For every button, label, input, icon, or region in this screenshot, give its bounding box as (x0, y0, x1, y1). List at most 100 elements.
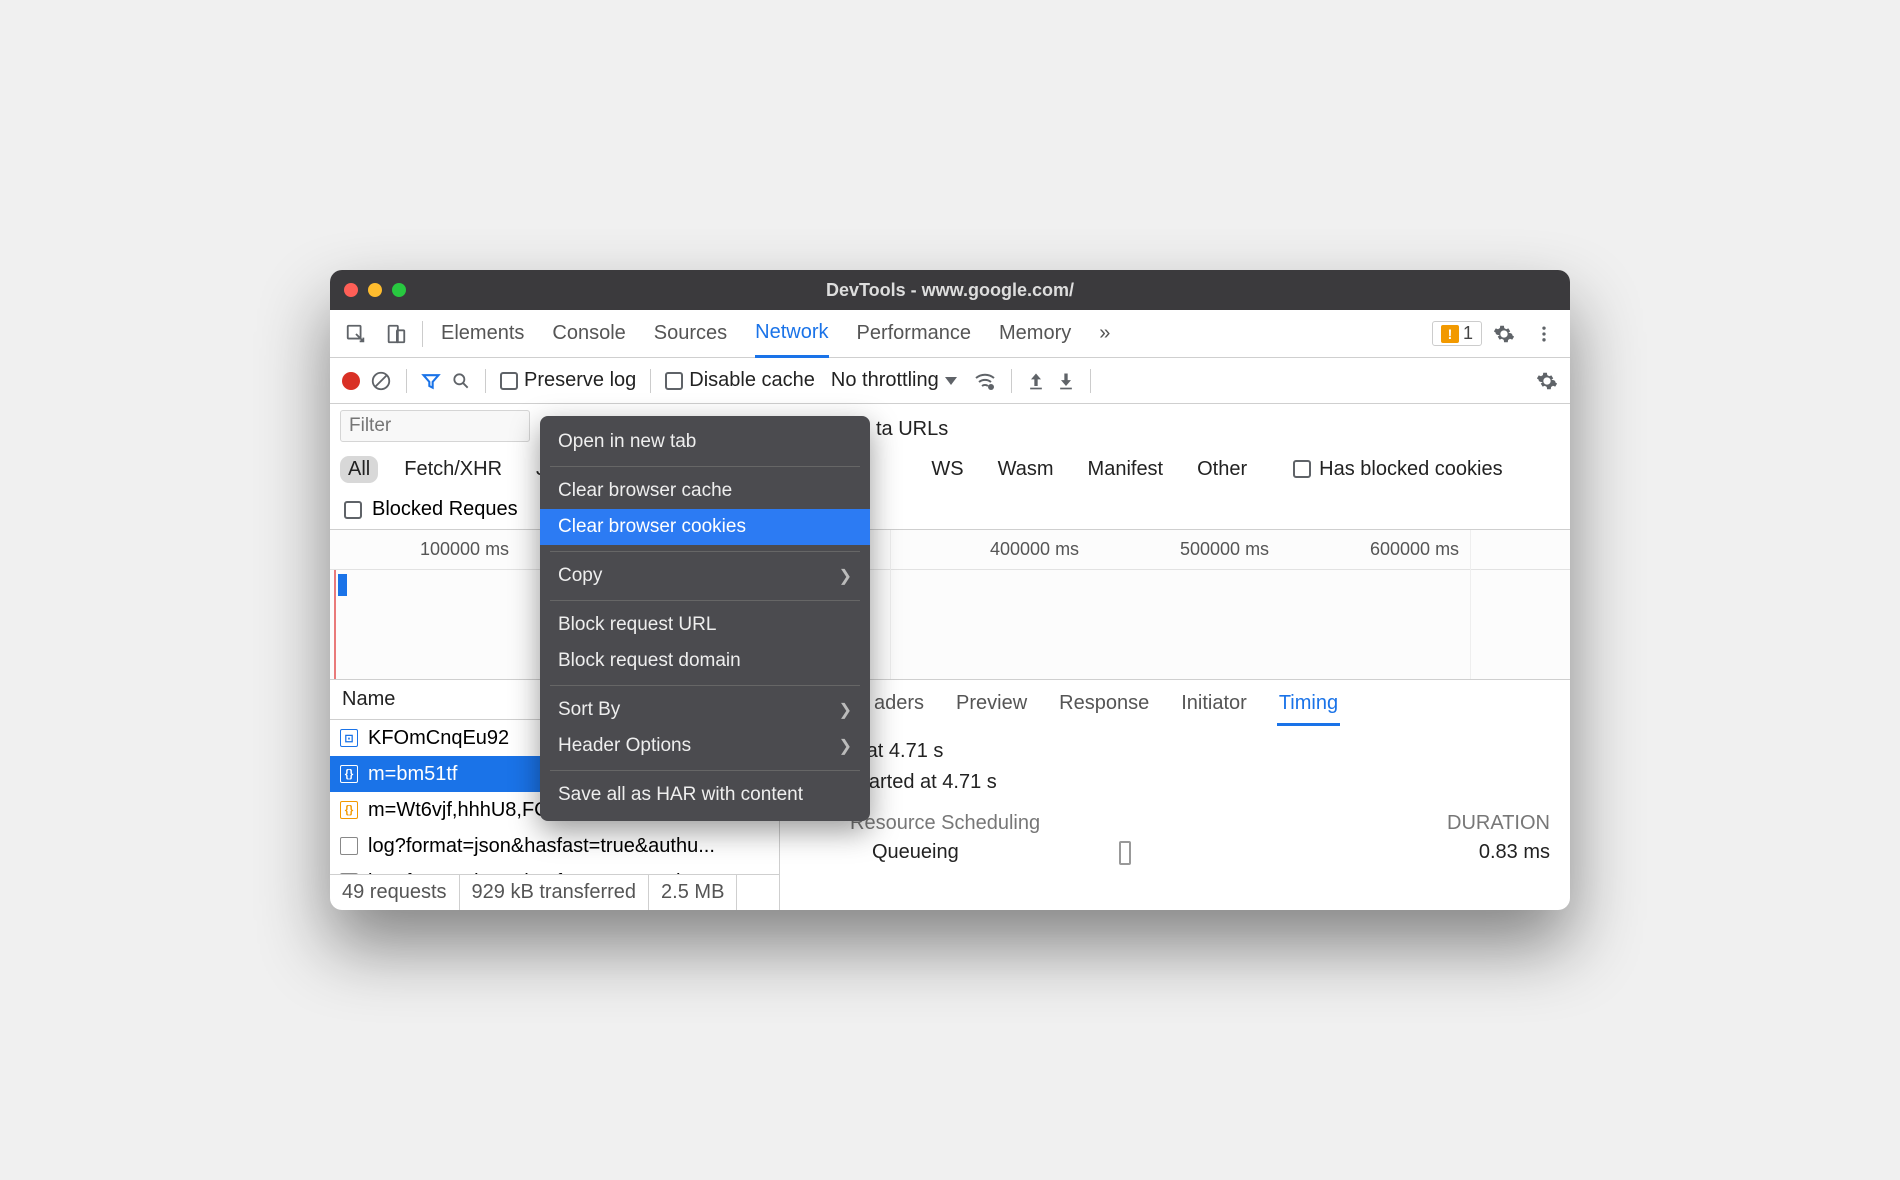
menu-clear-browser-cookies[interactable]: Clear browser cookies (540, 509, 870, 545)
type-manifest[interactable]: Manifest (1080, 456, 1172, 483)
request-type-filters: All Fetch/XHR JS WS Wasm Manifest Other … (330, 448, 1570, 490)
type-fetch-xhr[interactable]: Fetch/XHR (396, 456, 510, 483)
started-at-label: Started at 4.71 s (850, 767, 1550, 798)
timeline-overview[interactable]: 100000 ms 400000 ms 500000 ms 600000 ms (330, 530, 1570, 680)
queueing-bar (1119, 841, 1131, 865)
request-name: KFOmCnqEu92 (368, 727, 509, 750)
menu-block-request-url[interactable]: Block request URL (540, 607, 870, 643)
file-icon: ⊡ (340, 729, 358, 747)
network-toolbar: Preserve log Disable cache No throttling (330, 358, 1570, 404)
inspect-element-icon[interactable] (338, 316, 374, 352)
detail-tabs: aders Preview Response Initiator Timing (780, 680, 1570, 726)
tab-network[interactable]: Network (755, 311, 828, 358)
disable-cache-label: Disable cache (689, 369, 815, 392)
network-conditions-icon[interactable] (973, 369, 997, 393)
timeline-tick: 500000 ms (1180, 539, 1269, 560)
has-blocked-cookies-label: Has blocked cookies (1319, 458, 1502, 481)
type-ws[interactable]: WS (923, 456, 971, 483)
has-blocked-cookies-checkbox[interactable]: Has blocked cookies (1293, 458, 1502, 481)
preserve-log-label: Preserve log (524, 369, 636, 392)
timing-body: d at 4.71 s Started at 4.71 s Resource S… (780, 726, 1570, 865)
status-resources: 2.5 MB (649, 875, 737, 910)
blocked-requests-label: Blocked Reques (372, 498, 518, 521)
filter-input[interactable] (340, 410, 530, 442)
minimize-window-button[interactable] (368, 283, 382, 297)
warnings-badge[interactable]: ! 1 (1432, 321, 1482, 346)
window-title: DevTools - www.google.com/ (330, 280, 1570, 301)
timeline-load-line (334, 570, 336, 679)
titlebar: DevTools - www.google.com/ (330, 270, 1570, 310)
panel-settings-gear-icon[interactable] (1536, 370, 1558, 392)
resource-scheduling-header: Resource Scheduling (850, 812, 1040, 835)
timeline-tick: 400000 ms (990, 539, 1079, 560)
request-name: log?format=json&hasfast=true&authu... (368, 835, 715, 858)
blocked-requests-row: Blocked Reques (330, 490, 1570, 530)
type-all[interactable]: All (340, 456, 378, 483)
disable-cache-checkbox[interactable]: Disable cache (665, 369, 815, 392)
status-requests: 49 requests (330, 875, 460, 910)
menu-clear-browser-cache[interactable]: Clear browser cache (540, 473, 870, 509)
timeline-tick: 600000 ms (1370, 539, 1459, 560)
file-icon: {} (340, 765, 358, 783)
upload-icon[interactable] (1026, 371, 1046, 391)
tab-sources[interactable]: Sources (654, 310, 727, 357)
context-menu: Open in new tab Clear browser cache Clea… (540, 416, 870, 821)
close-window-button[interactable] (344, 283, 358, 297)
settings-gear-icon[interactable] (1486, 316, 1522, 352)
warning-icon: ! (1441, 325, 1459, 343)
menu-save-all-as-har[interactable]: Save all as HAR with content (540, 777, 870, 813)
request-name: m=bm51tf (368, 763, 457, 786)
tab-performance[interactable]: Performance (857, 310, 972, 357)
timeline-tick: 100000 ms (420, 539, 509, 560)
file-icon: {} (340, 801, 358, 819)
menu-copy[interactable]: Copy❯ (540, 558, 870, 594)
request-row[interactable]: log?format=json&hasfast=true&authu... (330, 828, 779, 864)
tab-headers[interactable]: aders (872, 688, 926, 726)
clear-icon[interactable] (370, 370, 392, 392)
kebab-menu-icon[interactable] (1526, 316, 1562, 352)
queueing-label: Queueing (872, 841, 959, 865)
preserve-log-checkbox[interactable]: Preserve log (500, 369, 636, 392)
tab-more[interactable]: » (1099, 310, 1110, 357)
duration-header: DURATION (1447, 812, 1550, 835)
type-other[interactable]: Other (1189, 456, 1255, 483)
tab-console[interactable]: Console (552, 310, 625, 357)
request-row[interactable]: log?format=json&hasfast=true&authu... (330, 864, 779, 874)
menu-open-in-new-tab[interactable]: Open in new tab (540, 424, 870, 460)
throttling-value: No throttling (831, 369, 939, 392)
traffic-lights (344, 283, 406, 297)
queued-at-label: d at 4.71 s (850, 736, 1550, 767)
menu-header-options[interactable]: Header Options❯ (540, 728, 870, 764)
menu-block-request-domain[interactable]: Block request domain (540, 643, 870, 679)
checkbox-icon[interactable] (344, 501, 362, 519)
record-button[interactable] (342, 372, 360, 390)
tab-timing[interactable]: Timing (1277, 688, 1340, 726)
checkbox-icon (1293, 460, 1311, 478)
tab-elements[interactable]: Elements (441, 310, 524, 357)
menu-sort-by[interactable]: Sort By❯ (540, 692, 870, 728)
throttling-select[interactable]: No throttling (831, 369, 957, 392)
search-icon[interactable] (451, 371, 471, 391)
panel-tabs: Elements Console Sources Network Perform… (431, 310, 1110, 357)
file-icon (340, 837, 358, 855)
type-wasm[interactable]: Wasm (990, 456, 1062, 483)
warning-count: 1 (1463, 323, 1473, 344)
tab-response[interactable]: Response (1057, 688, 1151, 726)
chevron-right-icon: ❯ (839, 736, 852, 756)
timeline-marker (338, 574, 347, 596)
filter-funnel-icon[interactable] (421, 371, 441, 391)
device-toolbar-icon[interactable] (378, 316, 414, 352)
status-transferred: 929 kB transferred (460, 875, 650, 910)
queueing-duration: 0.83 ms (1479, 841, 1550, 865)
request-detail-pane: aders Preview Response Initiator Timing … (780, 680, 1570, 910)
main-tabstrip: Elements Console Sources Network Perform… (330, 310, 1570, 358)
tab-initiator[interactable]: Initiator (1179, 688, 1249, 726)
tab-preview[interactable]: Preview (954, 688, 1029, 726)
maximize-window-button[interactable] (392, 283, 406, 297)
chevron-right-icon: ❯ (839, 566, 852, 586)
tab-memory[interactable]: Memory (999, 310, 1071, 357)
status-bar: 49 requests 929 kB transferred 2.5 MB (330, 874, 779, 910)
checkbox-icon (665, 372, 683, 390)
data-urls-label: ta URLs (876, 418, 948, 441)
download-icon[interactable] (1056, 371, 1076, 391)
